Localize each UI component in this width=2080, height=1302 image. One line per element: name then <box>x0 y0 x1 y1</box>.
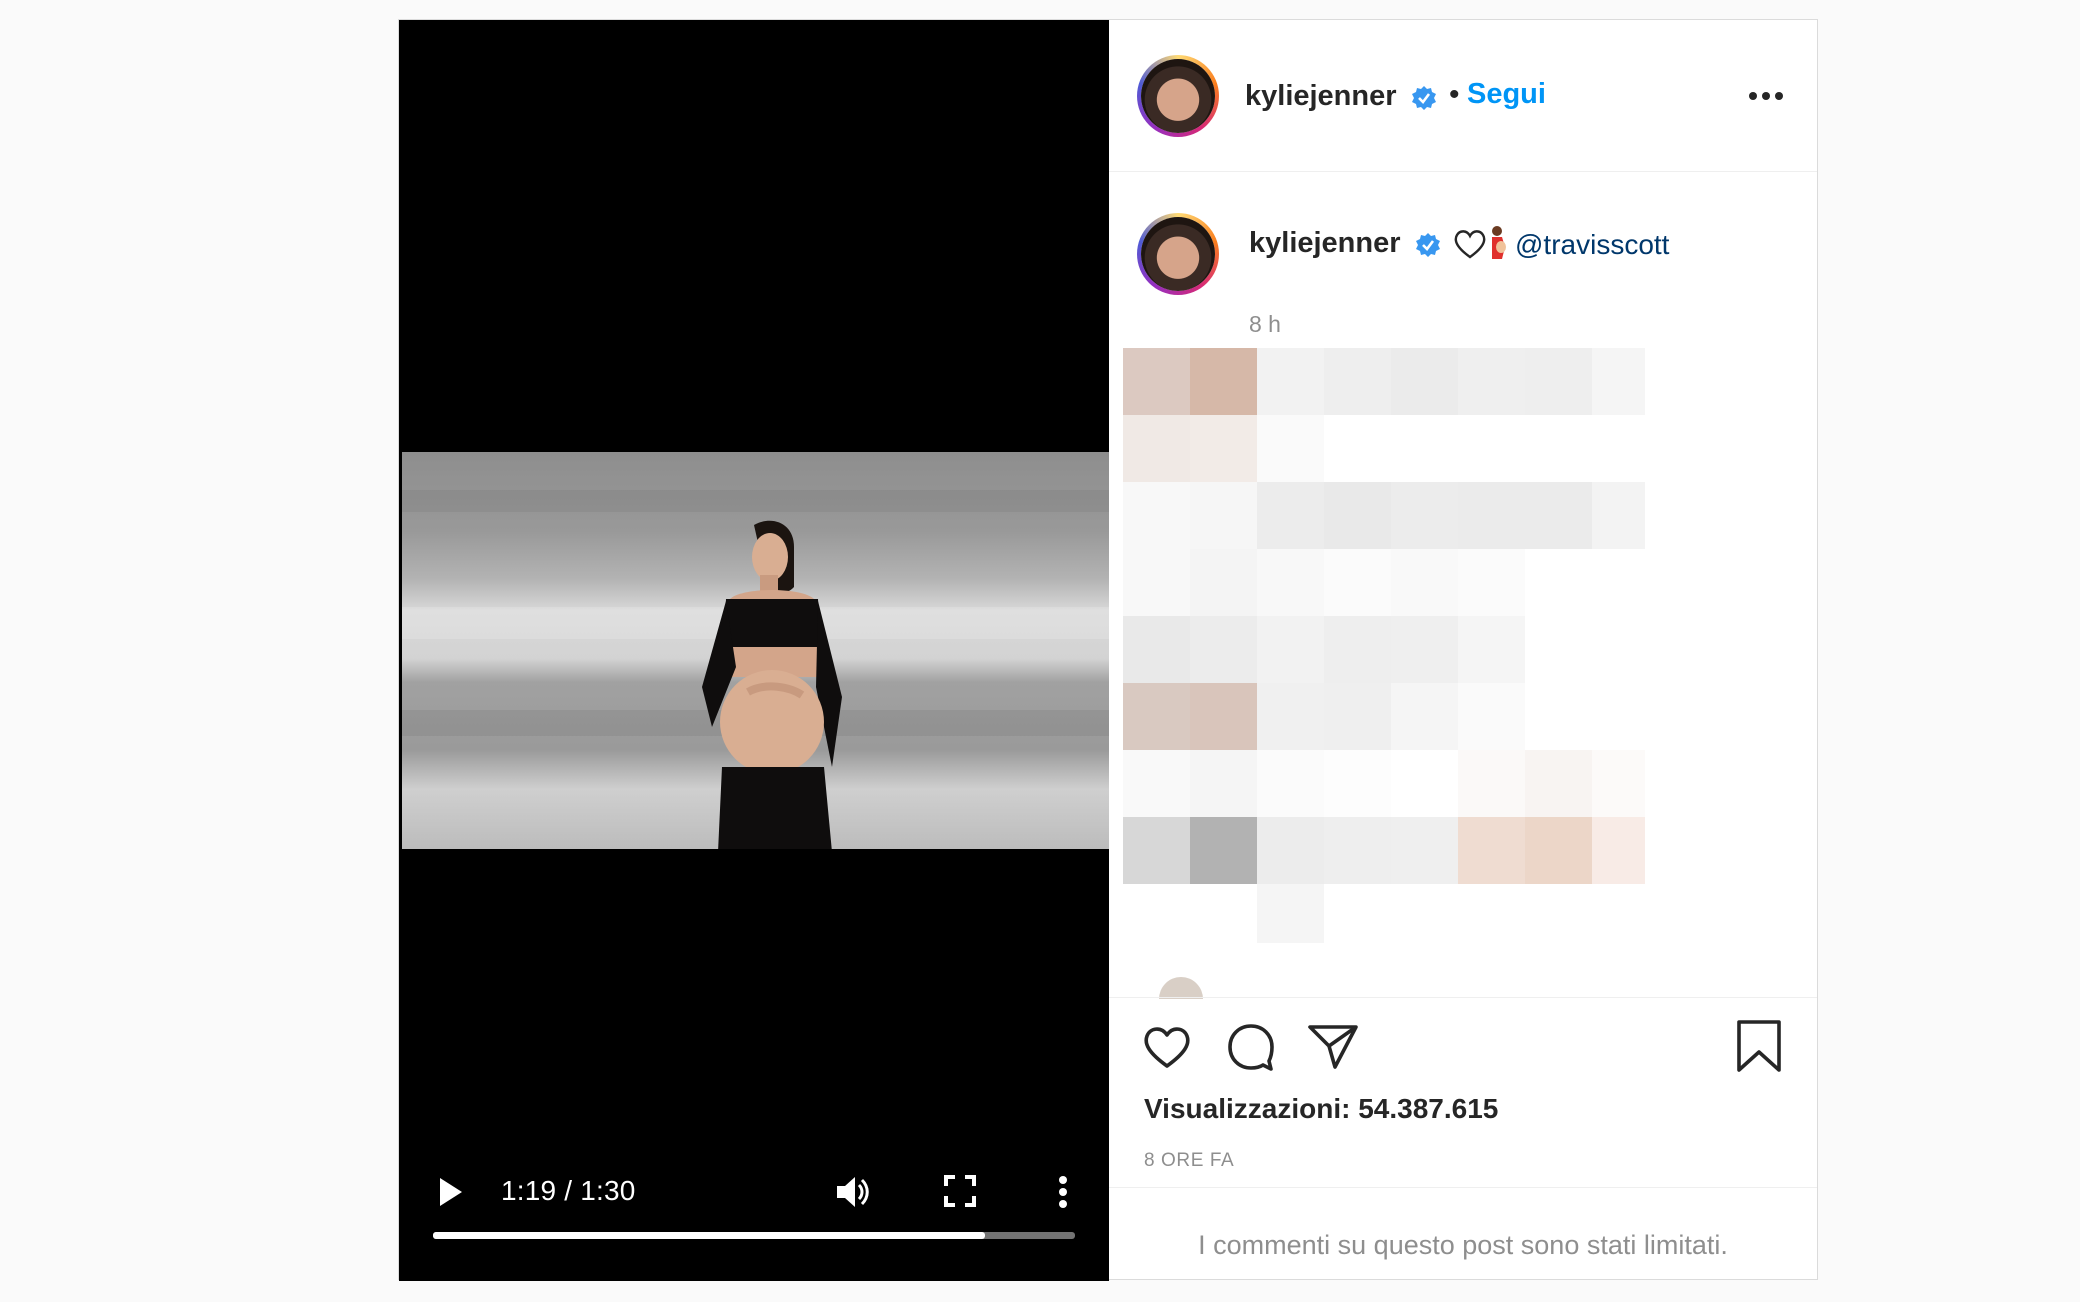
pregnant-woman-emoji-icon <box>1492 226 1506 259</box>
mention-link[interactable]: @travisscott <box>1515 229 1669 261</box>
avatar[interactable] <box>1137 55 1219 137</box>
post-date[interactable]: 8 ORE FA <box>1144 1150 1234 1172</box>
play-icon[interactable] <box>437 1176 465 1208</box>
views-number: 54.387.615 <box>1358 1093 1499 1124</box>
paper-plane-icon[interactable] <box>1305 1018 1361 1074</box>
pixelated-caption-text <box>1123 348 1645 943</box>
comment-icon[interactable] <box>1223 1018 1279 1074</box>
post-side-panel: kyliejenner • Segui kyliejenner @traviss… <box>1109 20 1817 1279</box>
heart-icon[interactable] <box>1139 1018 1195 1074</box>
follow-button[interactable]: Segui <box>1467 78 1546 111</box>
wall-texture <box>402 490 1109 512</box>
header-separator: • <box>1449 78 1460 111</box>
video-time: 1:19 / 1:30 <box>501 1175 636 1206</box>
caption-avatar[interactable] <box>1137 213 1219 295</box>
post-header: kyliejenner • Segui <box>1109 20 1817 172</box>
fullscreen-icon[interactable] <box>943 1174 977 1208</box>
verified-badge-icon <box>1416 233 1440 257</box>
caption-username[interactable]: kyliejenner <box>1249 227 1401 260</box>
person-figure <box>702 520 842 849</box>
verified-badge-icon <box>1412 86 1436 110</box>
bookmark-icon[interactable] <box>1731 1018 1787 1074</box>
video-progress-bar[interactable] <box>433 1232 1075 1239</box>
comments-limited-notice: I commenti su questo post sono stati lim… <box>1198 1230 1728 1260</box>
video-progress-fill <box>433 1232 986 1239</box>
volume-icon[interactable] <box>833 1172 873 1212</box>
instagram-post: 1:19 / 1:30 kyliejenner • Segui kyliejen… <box>398 19 1818 1281</box>
kebab-menu-icon[interactable] <box>1053 1172 1073 1212</box>
caption-timestamp: 8 h <box>1249 311 1281 337</box>
video-controls: 1:19 / 1:30 <box>399 1150 1109 1260</box>
video-player[interactable]: 1:19 / 1:30 <box>399 20 1109 1281</box>
video-frame[interactable] <box>402 452 1109 849</box>
views-count: Visualizzazioni: 54.387.615 <box>1144 1093 1498 1125</box>
white-heart-emoji-icon <box>1454 230 1486 259</box>
header-username[interactable]: kyliejenner <box>1245 80 1397 113</box>
views-label: Visualizzazioni: <box>1144 1093 1351 1124</box>
more-options-icon[interactable] <box>1748 91 1784 101</box>
